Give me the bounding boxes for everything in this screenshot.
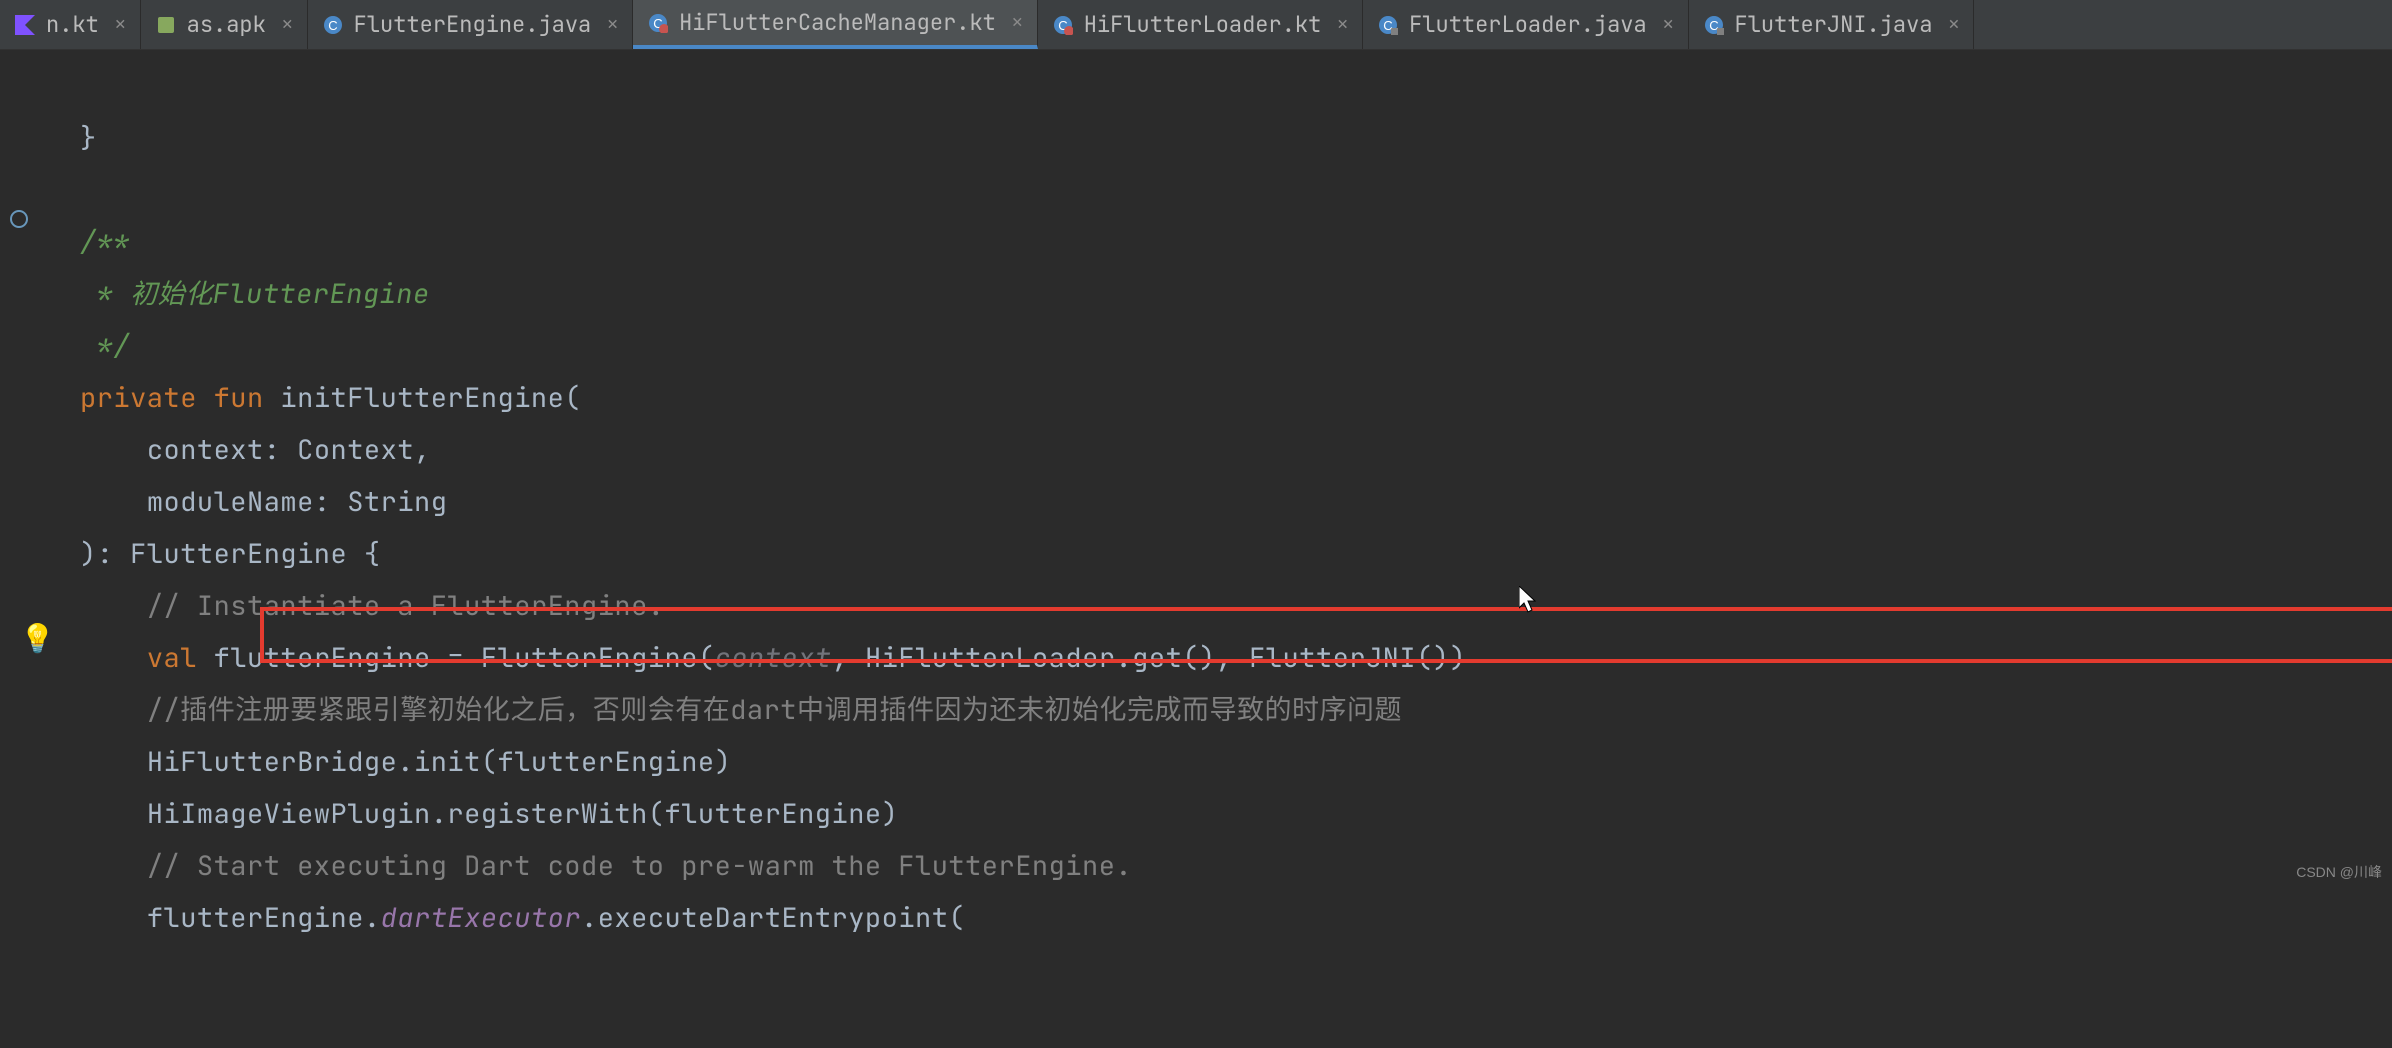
paren: ( bbox=[564, 380, 581, 416]
svg-text:C: C bbox=[328, 18, 337, 33]
close-icon[interactable]: ✕ bbox=[1949, 13, 1960, 36]
tab-label: FlutterJNI.java bbox=[1735, 10, 1933, 39]
code-editor[interactable]: } /** * 初始化FlutterEngine */ private fun … bbox=[60, 50, 1486, 887]
tab-item[interactable]: n.kt ✕ bbox=[0, 0, 141, 49]
comment: // Instantiate a FlutterEngine. bbox=[147, 588, 665, 624]
intention-bulb-icon[interactable]: 💡 bbox=[20, 620, 55, 657]
kotlin-icon bbox=[14, 14, 36, 36]
tab-item[interactable]: C FlutterJNI.java ✕ bbox=[1689, 0, 1975, 49]
comment: // Start executing Dart code to pre-warm… bbox=[147, 848, 1132, 884]
gutter: 💡 bbox=[0, 50, 60, 887]
arg-loader: HiFlutterLoader.get() bbox=[865, 640, 1216, 676]
variable-name: flutterEngine bbox=[214, 640, 431, 676]
watermark: CSDN @川峰 bbox=[2296, 862, 2382, 882]
override-marker-icon[interactable] bbox=[10, 210, 28, 228]
constructor: FlutterEngine bbox=[481, 640, 698, 676]
close-icon[interactable]: ✕ bbox=[1337, 13, 1348, 36]
kotlin-class-icon: C bbox=[647, 12, 669, 34]
code-text: } bbox=[80, 120, 97, 156]
java-class-icon: C bbox=[322, 14, 344, 36]
param-type: String bbox=[347, 484, 447, 520]
tab-label: HiFlutterCacheManager.kt bbox=[679, 8, 996, 37]
code-line: HiFlutterBridge.init(flutterEngine) bbox=[147, 744, 732, 780]
tab-item[interactable]: as.apk ✕ bbox=[141, 0, 308, 49]
close-icon[interactable]: ✕ bbox=[1663, 13, 1674, 36]
close-icon[interactable]: ✕ bbox=[607, 13, 618, 36]
java-class-icon: C bbox=[1703, 14, 1725, 36]
editor-area: 💡 } /** * 初始化FlutterEngine */ private fu… bbox=[0, 50, 2392, 887]
arg-jni: FlutterJNI() bbox=[1249, 640, 1449, 676]
tab-item[interactable]: C FlutterLoader.java ✕ bbox=[1363, 0, 1688, 49]
keyword-fun: fun bbox=[214, 380, 264, 416]
arg-context: context bbox=[715, 640, 832, 676]
comment: //插件注册要紧跟引擎初始化之后，否则会有在dart中调用插件因为还未初始化完成… bbox=[147, 692, 1402, 728]
tab-bar: n.kt ✕ as.apk ✕ C FlutterEngine.java ✕ C… bbox=[0, 0, 2392, 50]
tab-label: as.apk bbox=[187, 10, 266, 39]
keyword-private: private bbox=[80, 380, 197, 416]
close-icon[interactable]: ✕ bbox=[115, 13, 126, 36]
doc-comment: /** bbox=[80, 224, 130, 260]
close-icon[interactable]: ✕ bbox=[1012, 11, 1023, 34]
code-line: HiImageViewPlugin.registerWith(flutterEn… bbox=[147, 796, 899, 832]
code-suffix: .executeDartEntrypoint( bbox=[581, 900, 965, 936]
tab-label: FlutterLoader.java bbox=[1409, 10, 1647, 39]
doc-comment: * 初始化FlutterEngine bbox=[80, 276, 430, 312]
close-icon[interactable]: ✕ bbox=[282, 13, 293, 36]
method-name: initFlutterEngine bbox=[280, 380, 564, 416]
keyword-val: val bbox=[147, 640, 197, 676]
code-prefix: flutterEngine. bbox=[147, 900, 381, 936]
brace: { bbox=[364, 536, 381, 572]
param-type: Context bbox=[297, 432, 414, 468]
property-italic: dartExecutor bbox=[381, 900, 581, 936]
java-class-icon: C bbox=[1377, 14, 1399, 36]
tab-label: HiFlutterLoader.kt bbox=[1084, 10, 1322, 39]
tab-item-active[interactable]: C HiFlutterCacheManager.kt ✕ bbox=[633, 0, 1038, 49]
tab-item[interactable]: C FlutterEngine.java ✕ bbox=[308, 0, 633, 49]
param-name: context bbox=[147, 432, 264, 468]
kotlin-class-icon: C bbox=[1052, 14, 1074, 36]
return-type: FlutterEngine bbox=[130, 536, 347, 572]
equals: = bbox=[431, 640, 481, 676]
doc-comment: */ bbox=[80, 328, 130, 364]
param-name: moduleName bbox=[147, 484, 314, 520]
tab-label: n.kt bbox=[46, 10, 99, 39]
tab-item[interactable]: C HiFlutterLoader.kt ✕ bbox=[1038, 0, 1363, 49]
apk-icon bbox=[155, 14, 177, 36]
tab-label: FlutterEngine.java bbox=[354, 10, 592, 39]
